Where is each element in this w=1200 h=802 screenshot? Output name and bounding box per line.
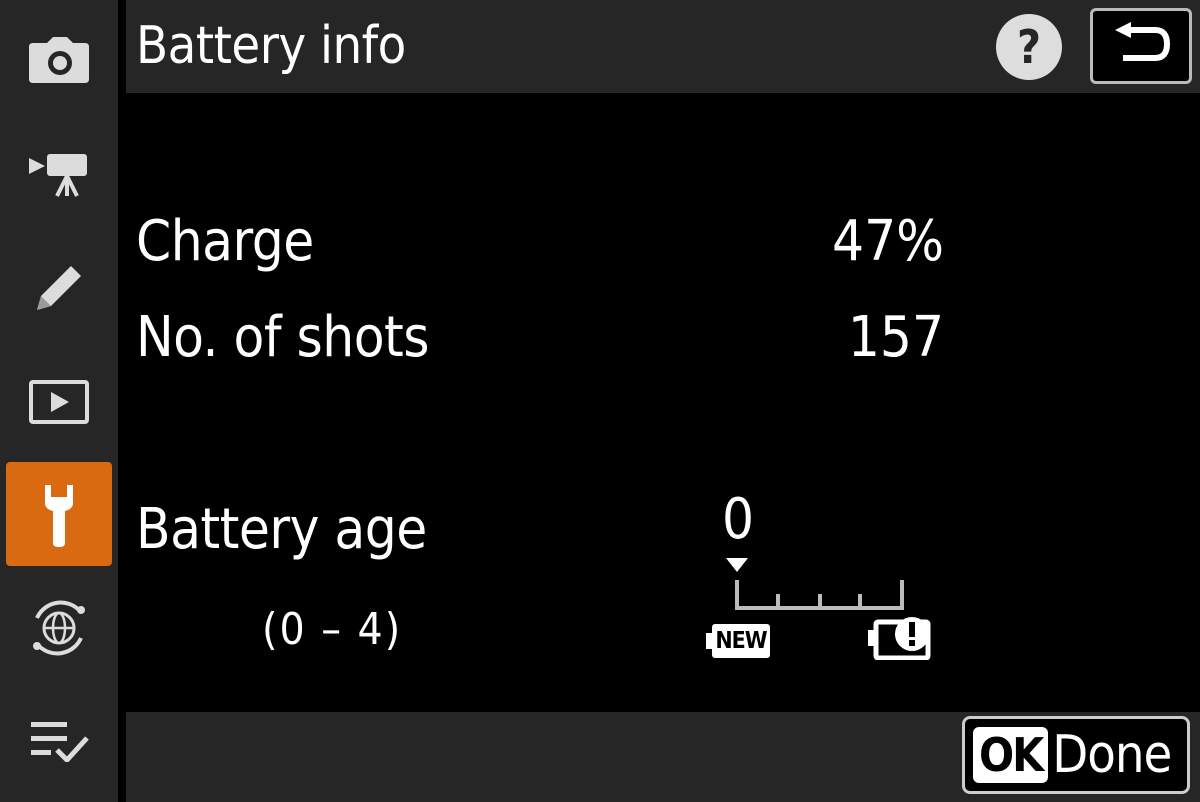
back-button[interactable] <box>1090 8 1192 84</box>
battery-warning-icon <box>868 617 931 660</box>
footer-bar: OK Done <box>126 712 1200 802</box>
camera-icon <box>29 37 89 83</box>
header-bar: Battery info ? <box>126 0 1200 93</box>
sidebar-item-custom-settings[interactable] <box>6 236 112 340</box>
sidebar-item-my-menu[interactable] <box>6 688 112 792</box>
network-globe-icon <box>33 600 85 656</box>
done-label: Done <box>1052 725 1172 785</box>
battery-age-range: (0 – 4) <box>262 604 403 655</box>
shots-label: No. of shots <box>136 305 430 370</box>
sidebar-item-setup[interactable] <box>6 462 112 566</box>
sidebar-item-playback[interactable] <box>6 350 112 454</box>
battery-age-value: 0 <box>721 487 755 552</box>
help-button[interactable]: ? <box>996 14 1062 80</box>
battery-new-icon: NEW <box>706 624 770 658</box>
sidebar-item-video-recording[interactable] <box>6 122 112 226</box>
sidebar-item-photo-shooting[interactable] <box>6 8 112 112</box>
playback-icon <box>29 380 89 424</box>
age-pointer-icon <box>726 558 748 572</box>
sidebar-item-network[interactable] <box>6 576 112 680</box>
return-arrow-icon <box>1115 22 1171 61</box>
charge-label: Charge <box>136 209 314 274</box>
done-button[interactable]: OK Done <box>962 716 1190 794</box>
pencil-icon <box>37 266 81 310</box>
battery-age-label: Battery age <box>136 497 427 562</box>
movie-camera-icon <box>29 154 87 197</box>
menu-sidebar <box>0 0 118 802</box>
sidebar-divider <box>118 0 126 802</box>
charge-value: 47% <box>832 209 944 274</box>
ok-button-badge: OK <box>973 727 1049 783</box>
wrench-icon <box>45 485 73 547</box>
page-title: Battery info <box>136 16 406 76</box>
battery-new-label: NEW <box>712 624 770 658</box>
shots-value: 157 <box>847 305 944 370</box>
my-menu-checklist-icon <box>31 722 89 762</box>
